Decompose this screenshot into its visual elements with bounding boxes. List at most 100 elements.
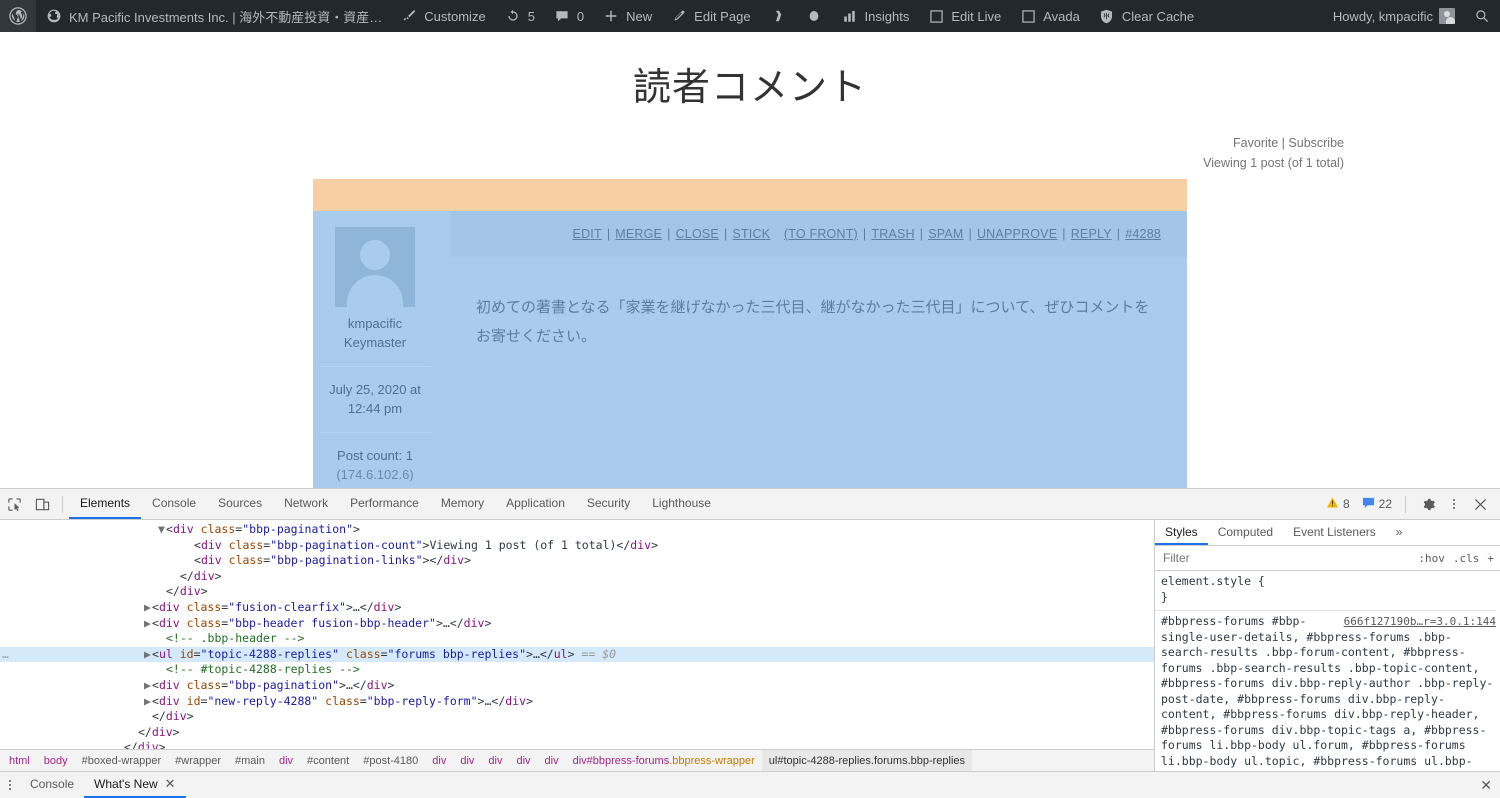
reply-unapprove-link[interactable]: UNAPPROVE xyxy=(977,227,1057,241)
tab-application[interactable]: Application xyxy=(495,489,576,519)
matched-css-rule[interactable]: 666f127190b…r=3.0.1:144 #bbpress-forums … xyxy=(1161,614,1496,771)
reply-stick-link[interactable]: STICK xyxy=(732,227,770,241)
reply-trash-link[interactable]: TRASH xyxy=(871,227,914,241)
hov-toggle[interactable]: :hov xyxy=(1418,552,1445,565)
kebab-menu-icon[interactable] xyxy=(1444,499,1464,509)
breadcrumb-item[interactable]: div xyxy=(425,750,453,771)
admin-bar-avada[interactable]: Avada xyxy=(1010,0,1089,32)
message-badge[interactable]: 22 xyxy=(1357,496,1397,512)
styles-filter-input[interactable] xyxy=(1161,550,1411,566)
dom-node[interactable]: ▼<div class="bbp-pagination"> xyxy=(0,522,1154,538)
dom-node[interactable]: </div> xyxy=(0,569,1154,585)
dom-node[interactable]: <!-- .bbp-header --> xyxy=(0,631,1154,647)
breadcrumb-item[interactable]: #wrapper xyxy=(168,750,228,771)
admin-bar-search[interactable] xyxy=(1464,0,1500,32)
dom-node[interactable]: </div> xyxy=(0,740,1154,749)
breadcrumb-item[interactable]: body xyxy=(37,750,75,771)
tab-elements[interactable]: Elements xyxy=(69,489,142,519)
dom-node-selected[interactable]: … ▶<ul id="topic-4288-replies" class="for… xyxy=(0,646,1154,663)
tab-styles[interactable]: Styles xyxy=(1155,520,1208,545)
gear-icon[interactable] xyxy=(1414,491,1442,517)
warning-badge[interactable]: 8 xyxy=(1321,496,1355,512)
close-icon[interactable] xyxy=(1466,491,1494,517)
dom-node[interactable]: </div> xyxy=(0,709,1154,725)
expand-triangle-icon[interactable]: ▶ xyxy=(144,647,152,663)
breadcrumb-item[interactable]: div#bbpress-forums .bbpress-wrapper xyxy=(566,750,762,771)
tab-performance[interactable]: Performance xyxy=(339,489,430,519)
rule-divider xyxy=(1155,610,1496,611)
breadcrumb-item[interactable]: html xyxy=(2,750,37,771)
dom-node[interactable]: ▶<div class="bbp-pagination">…</div> xyxy=(0,678,1154,694)
dom-node[interactable]: <div class="bbp-pagination-count">Viewin… xyxy=(0,538,1154,554)
cls-toggle[interactable]: .cls xyxy=(1453,552,1480,565)
admin-bar-edit-live[interactable]: Edit Live xyxy=(918,0,1010,32)
tab-network[interactable]: Network xyxy=(273,489,339,519)
tab-lighthouse[interactable]: Lighthouse xyxy=(641,489,722,519)
reply-edit-link[interactable]: EDIT xyxy=(573,227,602,241)
style-source-link[interactable]: 666f127190b…r=3.0.1:144 xyxy=(1344,614,1496,630)
tab-memory[interactable]: Memory xyxy=(430,489,495,519)
breadcrumb-item[interactable]: div xyxy=(453,750,481,771)
breadcrumb-item[interactable]: div xyxy=(509,750,537,771)
dom-node[interactable]: </div> xyxy=(0,725,1154,741)
dom-node[interactable]: <div class="bbp-pagination-links"></div> xyxy=(0,553,1154,569)
close-icon[interactable]: ✕ xyxy=(165,776,176,792)
new-style-rule-button[interactable]: + xyxy=(1487,552,1494,565)
breadcrumb-item[interactable]: div xyxy=(538,750,566,771)
drawer-close-button[interactable]: ✕ xyxy=(1480,777,1500,794)
expand-triangle-icon[interactable]: ▶ xyxy=(144,600,152,616)
reply-permalink[interactable]: #4288 xyxy=(1125,227,1161,241)
admin-bar-comments[interactable]: 0 xyxy=(544,0,593,32)
kebab-menu-icon[interactable] xyxy=(0,780,20,790)
expand-triangle-icon[interactable]: ▼ xyxy=(158,522,166,538)
tab-computed[interactable]: Computed xyxy=(1208,520,1283,545)
tab-console[interactable]: Console xyxy=(141,489,207,519)
admin-bar-status-dot[interactable] xyxy=(796,0,832,32)
favorite-link[interactable]: Favorite xyxy=(1233,136,1278,150)
tab-overflow-chevron-icon[interactable]: » xyxy=(1386,520,1413,545)
breadcrumb-item[interactable]: ul#topic-4288-replies.forums.bbp-replies xyxy=(761,750,973,771)
admin-bar-clear-cache[interactable]: Clear Cache xyxy=(1089,0,1203,32)
reply-reply-link[interactable]: REPLY xyxy=(1071,227,1112,241)
expand-triangle-icon[interactable]: ▶ xyxy=(144,694,152,710)
reply-author-name[interactable]: kmpacific xyxy=(313,314,437,333)
admin-bar-insights[interactable]: Insights xyxy=(832,0,919,32)
breadcrumb-item[interactable]: #post-4180 xyxy=(356,750,425,771)
device-toolbar-icon[interactable] xyxy=(28,491,56,517)
subscribe-link[interactable]: Subscribe xyxy=(1288,136,1344,150)
dom-node[interactable]: ▶<div id="new-reply-4288" class="bbp-rep… xyxy=(0,694,1154,710)
breadcrumb-item[interactable]: #content xyxy=(300,750,356,771)
reply-to-front-link[interactable]: (TO FRONT) xyxy=(784,227,858,241)
link-separator: | xyxy=(1281,136,1285,150)
element-style-rule[interactable]: element.style { } xyxy=(1161,574,1496,607)
expand-triangle-icon[interactable]: ▶ xyxy=(144,616,152,632)
dom-node[interactable]: ▶<div class="fusion-clearfix">…</div> xyxy=(0,600,1154,616)
admin-bar-updates[interactable]: 5 xyxy=(495,0,544,32)
breadcrumb-item[interactable]: div xyxy=(272,750,300,771)
dom-tree[interactable]: ▼<div class="bbp-pagination"> <div class… xyxy=(0,520,1154,749)
admin-bar-customize[interactable]: Customize xyxy=(391,0,494,32)
tab-event-listeners[interactable]: Event Listeners xyxy=(1283,520,1386,545)
breadcrumb-item[interactable]: div xyxy=(481,750,509,771)
admin-bar-wordpress-logo[interactable] xyxy=(0,0,36,32)
dom-node[interactable]: <!-- #topic-4288-replies --> xyxy=(0,662,1154,678)
admin-bar-site-name[interactable]: KM Pacific Investments Inc. | 海外不動産投資・資産… xyxy=(36,0,391,32)
inspect-element-icon[interactable] xyxy=(0,491,28,517)
dom-node[interactable]: ▶<div class="bbp-header fusion-bbp-heade… xyxy=(0,616,1154,632)
admin-bar-edit-page[interactable]: Edit Page xyxy=(661,0,759,32)
reply-merge-link[interactable]: MERGE xyxy=(615,227,662,241)
breadcrumb-item[interactable]: #main xyxy=(228,750,272,771)
dom-node[interactable]: </div> xyxy=(0,584,1154,600)
drawer-tab-console[interactable]: Console xyxy=(20,772,84,798)
admin-bar-my-account[interactable]: Howdy, kmpacific xyxy=(1324,0,1464,32)
reply-close-link[interactable]: CLOSE xyxy=(676,227,719,241)
admin-bar-yoast[interactable] xyxy=(760,0,796,32)
breadcrumb-item[interactable]: #boxed-wrapper xyxy=(75,750,169,771)
node-menu-icon[interactable]: … xyxy=(2,647,9,663)
drawer-tab-whats-new[interactable]: What's New ✕ xyxy=(84,772,186,798)
expand-triangle-icon[interactable]: ▶ xyxy=(144,678,152,694)
reply-spam-link[interactable]: SPAM xyxy=(928,227,963,241)
tab-sources[interactable]: Sources xyxy=(207,489,273,519)
admin-bar-new[interactable]: New xyxy=(593,0,661,32)
tab-security[interactable]: Security xyxy=(576,489,641,519)
